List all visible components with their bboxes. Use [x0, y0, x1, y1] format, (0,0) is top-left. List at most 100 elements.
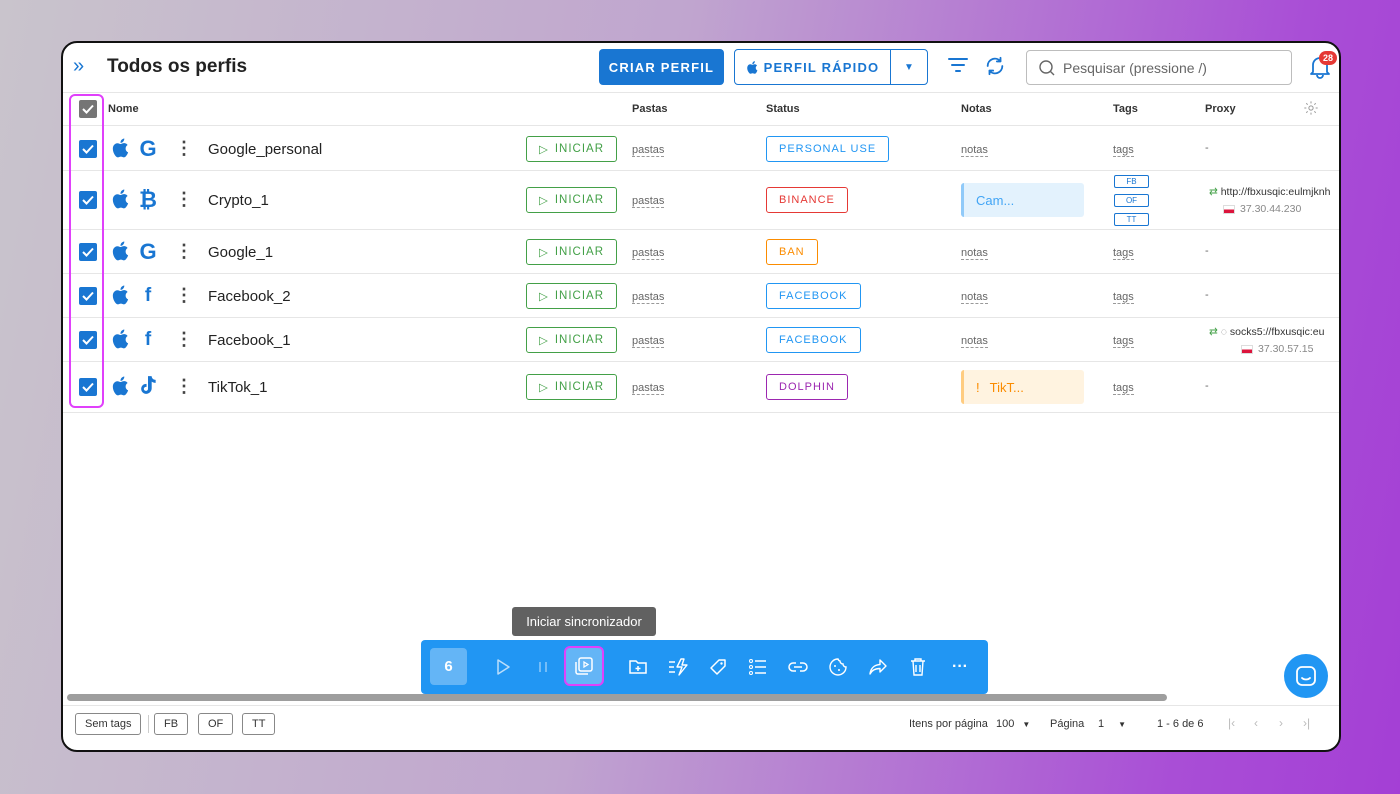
- tag-icon[interactable]: [706, 655, 730, 679]
- table-row[interactable]: f ⋮ Facebook_2 ▷ INICIAR pastas FACEBOOK …: [63, 274, 1339, 318]
- start-profile-button[interactable]: ▷ INICIAR: [526, 283, 617, 309]
- column-proxy[interactable]: Proxy: [1205, 103, 1236, 115]
- table-row[interactable]: ⋮ TikTok_1 ▷ INICIAR pastas DOLPHIN ! TikT…: [63, 362, 1339, 413]
- profile-name[interactable]: Google_1: [208, 244, 273, 261]
- add-folder-icon[interactable]: [626, 655, 650, 679]
- filter-tag[interactable]: TT: [242, 713, 276, 735]
- quick-profile-dropdown[interactable]: ▼: [891, 50, 927, 84]
- delete-icon[interactable]: [906, 655, 930, 679]
- more-vert-icon[interactable]: ⋮: [175, 242, 193, 260]
- column-status[interactable]: Status: [766, 103, 800, 115]
- column-notas[interactable]: Notas: [961, 103, 992, 115]
- chat-button[interactable]: [1284, 654, 1328, 698]
- app-window: » Todos os perfis CRIAR PERFIL PERFIL RÁ…: [61, 41, 1341, 752]
- last-page-icon[interactable]: ›|: [1303, 716, 1310, 730]
- status-badge[interactable]: FACEBOOK: [766, 283, 861, 309]
- tags-field[interactable]: tags: [1113, 247, 1134, 260]
- proxy-url[interactable]: ⇄ ◌ socks5://fbxusqic:eu: [1209, 326, 1324, 338]
- quick-profile-button[interactable]: PERFIL RÁPIDO ▼: [734, 49, 928, 85]
- tags-field[interactable]: tags: [1113, 291, 1134, 304]
- tags-field[interactable]: tags: [1113, 382, 1134, 395]
- table-row[interactable]: G ⋮ Google_personal ▷ INICIAR pastas PERS…: [63, 127, 1339, 171]
- folders-field[interactable]: pastas: [632, 382, 665, 395]
- proxy-field[interactable]: -: [1205, 142, 1209, 154]
- column-pastas[interactable]: Pastas: [632, 103, 667, 115]
- notes-field[interactable]: notas: [961, 335, 988, 348]
- more-vert-icon[interactable]: ⋮: [175, 286, 193, 304]
- notes-field[interactable]: notas: [961, 291, 988, 304]
- column-nome[interactable]: Nome: [108, 103, 139, 115]
- quick-profile-main[interactable]: PERFIL RÁPIDO: [735, 50, 891, 84]
- start-profile-button[interactable]: ▷ INICIAR: [526, 136, 617, 162]
- status-badge[interactable]: DOLPHIN: [766, 374, 848, 400]
- table-row[interactable]: f ⋮ Facebook_1 ▷ INICIAR pastas FACEBOOK …: [63, 318, 1339, 362]
- notes-field[interactable]: notas: [961, 247, 988, 260]
- filter-tag[interactable]: OF: [198, 713, 234, 735]
- more-vert-icon[interactable]: ⋮: [175, 330, 193, 348]
- expand-sidebar-icon[interactable]: »: [73, 55, 95, 77]
- prev-page-icon[interactable]: ‹: [1254, 716, 1258, 730]
- tag-pill[interactable]: OF: [1114, 194, 1149, 207]
- filter-tag[interactable]: FB: [154, 713, 189, 735]
- folders-field[interactable]: pastas: [632, 335, 665, 348]
- pause-icon[interactable]: [531, 655, 555, 679]
- page-select[interactable]: 1 ▼: [1098, 718, 1126, 730]
- profile-name[interactable]: Crypto_1: [208, 192, 269, 209]
- status-badge[interactable]: PERSONAL USE: [766, 136, 890, 162]
- tiktok-icon: [141, 376, 156, 394]
- bulk-status-icon[interactable]: [666, 655, 690, 679]
- more-vert-icon[interactable]: ⋮: [175, 377, 193, 395]
- profile-name[interactable]: Facebook_2: [208, 288, 291, 305]
- note-chip[interactable]: Cam...: [961, 183, 1084, 217]
- note-chip[interactable]: ! TikT...: [961, 370, 1084, 404]
- share-icon[interactable]: [866, 655, 890, 679]
- proxy-field[interactable]: -: [1205, 245, 1209, 257]
- folders-field[interactable]: pastas: [632, 195, 665, 208]
- items-per-page-select[interactable]: 100 ▼: [996, 718, 1030, 730]
- gear-icon[interactable]: [1303, 100, 1319, 116]
- column-tags[interactable]: Tags: [1113, 103, 1138, 115]
- profile-name[interactable]: Facebook_1: [208, 332, 291, 349]
- start-synchronizer-button[interactable]: [564, 646, 604, 686]
- refresh-icon[interactable]: [984, 55, 1006, 77]
- next-page-icon[interactable]: ›: [1279, 716, 1283, 730]
- status-badge[interactable]: BAN: [766, 239, 818, 265]
- folders-field[interactable]: pastas: [632, 291, 665, 304]
- profile-name[interactable]: TikTok_1: [208, 379, 267, 396]
- first-page-icon[interactable]: |‹: [1228, 716, 1235, 730]
- filter-tag-untagged[interactable]: Sem tags: [75, 713, 142, 735]
- notes-field[interactable]: notas: [961, 144, 988, 157]
- more-vert-icon[interactable]: ⋮: [175, 139, 193, 157]
- list-icon[interactable]: [746, 655, 770, 679]
- folders-field[interactable]: pastas: [632, 247, 665, 260]
- create-profile-button[interactable]: CRIAR PERFIL: [599, 49, 724, 85]
- status-badge[interactable]: BINANCE: [766, 187, 848, 213]
- tags-field[interactable]: tags: [1113, 335, 1134, 348]
- proxy-field[interactable]: -: [1205, 289, 1209, 301]
- start-profile-button[interactable]: ▷ INICIAR: [526, 374, 617, 400]
- play-icon[interactable]: [491, 655, 515, 679]
- status-badge[interactable]: FACEBOOK: [766, 327, 861, 353]
- notifications-button[interactable]: 28: [1309, 51, 1337, 84]
- search-box[interactable]: [1026, 50, 1292, 85]
- filter-icon[interactable]: [948, 57, 968, 73]
- more-vert-icon[interactable]: ⋮: [175, 190, 193, 208]
- profile-name[interactable]: Google_personal: [208, 141, 322, 158]
- proxy-url[interactable]: ⇄ http://fbxusqic:eulmjknh: [1209, 186, 1330, 198]
- proxy-field[interactable]: -: [1205, 380, 1209, 392]
- tag-pill[interactable]: TT: [1114, 213, 1149, 226]
- cookie-icon[interactable]: [826, 655, 850, 679]
- table-row[interactable]: G ⋮ Google_1 ▷ INICIAR pastas BAN notas t…: [63, 230, 1339, 274]
- table-row[interactable]: ₿ ⋮ Crypto_1 ▷ INICIAR pastas BINANCE Cam…: [63, 171, 1339, 230]
- tags-field[interactable]: tags: [1113, 144, 1134, 157]
- more-horiz-icon[interactable]: ···: [948, 655, 972, 679]
- tag-pill[interactable]: FB: [1114, 175, 1149, 188]
- google-icon: G: [139, 136, 157, 161]
- folders-field[interactable]: pastas: [632, 144, 665, 157]
- start-profile-button[interactable]: ▷ INICIAR: [526, 187, 617, 213]
- start-profile-button[interactable]: ▷ INICIAR: [526, 327, 617, 353]
- start-profile-button[interactable]: ▷ INICIAR: [526, 239, 617, 265]
- link-icon[interactable]: [786, 655, 810, 679]
- search-input[interactable]: [1063, 59, 1273, 76]
- horizontal-scrollbar[interactable]: [67, 694, 1167, 701]
